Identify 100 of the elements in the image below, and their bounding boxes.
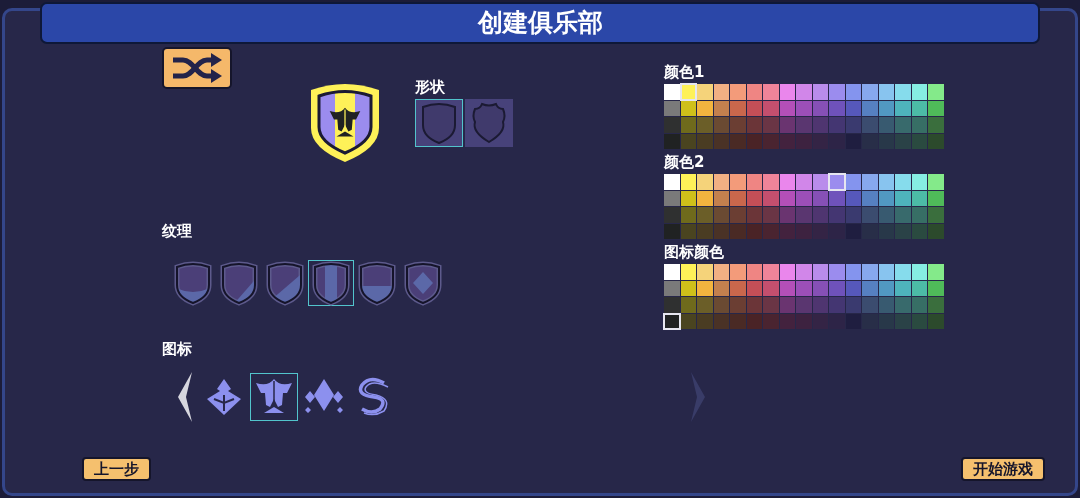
color-swatch[interactable] bbox=[812, 100, 828, 116]
color-swatch[interactable] bbox=[812, 174, 828, 190]
color-swatch[interactable] bbox=[746, 264, 762, 280]
color-swatch[interactable] bbox=[713, 117, 729, 133]
color-swatch[interactable] bbox=[911, 207, 927, 223]
color-swatch[interactable] bbox=[697, 117, 713, 133]
color-swatch[interactable] bbox=[829, 84, 845, 100]
color-swatch[interactable] bbox=[763, 264, 779, 280]
color-swatch[interactable] bbox=[895, 207, 911, 223]
color-swatch[interactable] bbox=[862, 264, 878, 280]
color-swatch[interactable] bbox=[697, 190, 713, 206]
color-swatch[interactable] bbox=[746, 207, 762, 223]
color-swatch[interactable] bbox=[895, 117, 911, 133]
color-swatch[interactable] bbox=[911, 280, 927, 296]
color-swatch[interactable] bbox=[895, 297, 911, 313]
color-swatch[interactable] bbox=[911, 190, 927, 206]
color-swatch[interactable] bbox=[829, 264, 845, 280]
color-swatch[interactable] bbox=[878, 264, 894, 280]
color-swatch[interactable] bbox=[713, 297, 729, 313]
color-swatch[interactable] bbox=[713, 264, 729, 280]
color-swatch[interactable] bbox=[697, 174, 713, 190]
color-swatch[interactable] bbox=[862, 174, 878, 190]
color-swatch[interactable] bbox=[664, 264, 680, 280]
color-swatch[interactable] bbox=[664, 84, 680, 100]
color-swatch[interactable] bbox=[845, 297, 861, 313]
color-swatch[interactable] bbox=[746, 100, 762, 116]
color-swatch[interactable] bbox=[746, 280, 762, 296]
texture-option[interactable] bbox=[308, 260, 354, 306]
color-swatch[interactable] bbox=[862, 133, 878, 149]
color-swatch[interactable] bbox=[862, 297, 878, 313]
previous-button[interactable] bbox=[176, 372, 194, 422]
color-swatch[interactable] bbox=[746, 133, 762, 149]
emblem-option[interactable] bbox=[250, 373, 298, 421]
color-swatch[interactable] bbox=[796, 207, 812, 223]
color-swatch[interactable] bbox=[779, 84, 795, 100]
shape-option[interactable] bbox=[415, 99, 463, 147]
color-swatch[interactable] bbox=[928, 117, 944, 133]
color-swatch[interactable] bbox=[763, 84, 779, 100]
color-swatch[interactable] bbox=[845, 117, 861, 133]
color-swatch[interactable] bbox=[845, 280, 861, 296]
color-swatch[interactable] bbox=[763, 313, 779, 329]
color-swatch[interactable] bbox=[911, 174, 927, 190]
color-swatch[interactable] bbox=[812, 280, 828, 296]
color-swatch[interactable] bbox=[680, 297, 696, 313]
color-swatch[interactable] bbox=[812, 190, 828, 206]
color-swatch[interactable] bbox=[878, 190, 894, 206]
color-swatch[interactable] bbox=[895, 133, 911, 149]
color-swatch[interactable] bbox=[730, 223, 746, 239]
color-swatch[interactable] bbox=[812, 223, 828, 239]
color-swatch[interactable] bbox=[878, 133, 894, 149]
color-swatch[interactable] bbox=[829, 280, 845, 296]
color-swatch[interactable] bbox=[680, 174, 696, 190]
color-swatch[interactable] bbox=[697, 207, 713, 223]
color-swatch[interactable] bbox=[895, 174, 911, 190]
color-swatch[interactable] bbox=[845, 190, 861, 206]
color-swatch[interactable] bbox=[763, 174, 779, 190]
color-swatch[interactable] bbox=[779, 207, 795, 223]
color-swatch[interactable] bbox=[928, 297, 944, 313]
color-swatch[interactable] bbox=[713, 207, 729, 223]
color-swatch[interactable] bbox=[796, 133, 812, 149]
color-swatch[interactable] bbox=[713, 313, 729, 329]
color-swatch[interactable] bbox=[812, 84, 828, 100]
color-swatch[interactable] bbox=[697, 223, 713, 239]
color-swatch[interactable] bbox=[878, 174, 894, 190]
color-swatch[interactable] bbox=[845, 133, 861, 149]
color-swatch[interactable] bbox=[829, 133, 845, 149]
color-swatch[interactable] bbox=[928, 190, 944, 206]
color-swatch[interactable] bbox=[928, 264, 944, 280]
color-swatch[interactable] bbox=[779, 190, 795, 206]
color-swatch[interactable] bbox=[664, 133, 680, 149]
color-swatch[interactable] bbox=[796, 100, 812, 116]
back-button[interactable]: 上一步 bbox=[82, 457, 151, 481]
color-swatch[interactable] bbox=[697, 264, 713, 280]
color-swatch[interactable] bbox=[763, 100, 779, 116]
color-swatch[interactable] bbox=[911, 117, 927, 133]
color-swatch[interactable] bbox=[812, 133, 828, 149]
color-swatch[interactable] bbox=[911, 313, 927, 329]
color-swatch[interactable] bbox=[779, 264, 795, 280]
color-swatch[interactable] bbox=[730, 280, 746, 296]
color-swatch[interactable] bbox=[829, 297, 845, 313]
color-swatch[interactable] bbox=[928, 313, 944, 329]
color-swatch[interactable] bbox=[713, 174, 729, 190]
shuffle-button[interactable] bbox=[162, 47, 232, 89]
color-swatch[interactable] bbox=[680, 264, 696, 280]
color-swatch[interactable] bbox=[664, 117, 680, 133]
color-swatch[interactable] bbox=[730, 100, 746, 116]
color-swatch[interactable] bbox=[730, 133, 746, 149]
color-swatch[interactable] bbox=[664, 207, 680, 223]
color-swatch[interactable] bbox=[664, 100, 680, 116]
color-swatch[interactable] bbox=[763, 190, 779, 206]
color-swatch[interactable] bbox=[680, 117, 696, 133]
color-swatch[interactable] bbox=[928, 84, 944, 100]
color-swatch[interactable] bbox=[730, 190, 746, 206]
color-swatch[interactable] bbox=[713, 84, 729, 100]
color-swatch[interactable] bbox=[911, 264, 927, 280]
color-swatch[interactable] bbox=[730, 174, 746, 190]
color-swatch[interactable] bbox=[697, 133, 713, 149]
color-swatch[interactable] bbox=[746, 190, 762, 206]
color-swatch[interactable] bbox=[878, 117, 894, 133]
color-swatch[interactable] bbox=[664, 280, 680, 296]
